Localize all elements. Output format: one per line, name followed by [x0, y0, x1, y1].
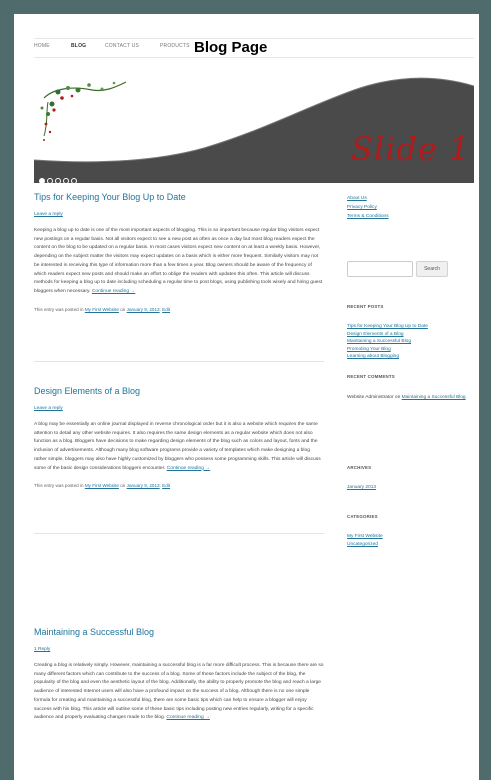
post-meta-prefix: This entry was posted in: [34, 306, 84, 312]
post-title[interactable]: Maintaining a Successful Blog: [34, 627, 324, 637]
post-title[interactable]: Tips for Keeping Your Blog Up to Date: [34, 192, 324, 202]
post-meta-on: on: [120, 483, 126, 489]
floral-decoration: [40, 81, 127, 141]
nav-blog[interactable]: BLOG: [71, 43, 86, 49]
category-link[interactable]: My First Website: [347, 533, 472, 541]
nav-products[interactable]: PRODUCTS: [160, 43, 190, 49]
post-meta-prefix: This entry was posted in: [34, 483, 84, 489]
post-reply-link[interactable]: Leave a reply: [34, 212, 324, 217]
post-category-link[interactable]: My First Website: [85, 307, 119, 312]
post-divider: [34, 361, 324, 362]
recent-posts-widget: RECENT POSTS Tips for Keeping Your Blog …: [347, 304, 472, 361]
slider-dot-3[interactable]: [55, 178, 61, 183]
post-2: Design Elements of a Blog Leave a reply …: [34, 386, 324, 488]
archives-widget: ARCHIVES January 2013: [347, 465, 472, 492]
slider-pagination: [39, 171, 79, 183]
categories-list: My First Website Uncategorized: [347, 533, 472, 548]
slider-dot-5[interactable]: [71, 178, 77, 183]
category-link[interactable]: Uncategorized: [347, 541, 472, 549]
archive-link[interactable]: January 2013: [347, 484, 472, 492]
recent-post-link[interactable]: Design Elements of a Blog: [347, 331, 472, 339]
post-divider: [34, 533, 324, 534]
pages-widget: About Us Privacy Policy Terms & Conditio…: [347, 194, 472, 221]
page-link-privacy-policy[interactable]: Privacy Policy: [347, 203, 472, 212]
post-3: Maintaining a Successful Blog 1 Reply Cr…: [34, 627, 324, 723]
page-link-terms[interactable]: Terms & Conditions: [347, 212, 472, 221]
comment-on: on: [394, 395, 401, 400]
comment-post-link[interactable]: Maintaining a Successful Blog: [402, 395, 466, 400]
categories-widget: CATEGORIES My First Website Uncategorize…: [347, 514, 472, 548]
slider-dot-2[interactable]: [47, 178, 53, 183]
post-1: Tips for Keeping Your Blog Up to Date Le…: [34, 192, 324, 312]
page-title: Blog Page: [194, 39, 268, 56]
recent-post-link[interactable]: Tips for Keeping Your Blog Up to Date: [347, 323, 472, 331]
post-body: A blog may be essentially an online jour…: [34, 421, 324, 473]
post-body: Keeping a blog up to date is one of the …: [34, 227, 324, 297]
post-date-link[interactable]: January 9, 2013: [127, 307, 160, 312]
continue-reading-link[interactable]: Continue reading →: [166, 715, 210, 720]
search-button[interactable]: Search: [416, 261, 448, 277]
slider-dot-1[interactable]: [39, 178, 45, 183]
page-link-about-us[interactable]: About Us: [347, 194, 472, 203]
post-category-link[interactable]: My First Website: [85, 483, 119, 488]
continue-reading-link[interactable]: Continue reading →: [92, 289, 136, 294]
post-edit-link[interactable]: Edit: [162, 483, 170, 488]
archives-list: January 2013: [347, 484, 472, 492]
post-body-text: A blog may be essentially an online jour…: [34, 422, 321, 471]
search-input[interactable]: [347, 261, 413, 277]
comment-author: Website Administrator: [347, 395, 394, 400]
post-date-link[interactable]: January 9, 2013: [127, 483, 160, 488]
post-reply-link[interactable]: 1 Reply: [34, 647, 324, 652]
widget-title: RECENT POSTS: [347, 304, 384, 309]
post-body-text: Creating a blog is relatively simply. Ho…: [34, 663, 324, 721]
post-reply-link[interactable]: Leave a reply: [34, 406, 324, 411]
recent-post-link[interactable]: Learning about Blogging: [347, 353, 472, 361]
recent-comments-widget: RECENT COMMENTS Website Administrator on…: [347, 374, 472, 402]
post-meta: This entry was posted in My First Websit…: [34, 483, 171, 489]
recent-posts-list: Tips for Keeping Your Blog Up to Date De…: [347, 323, 472, 361]
widget-title: ARCHIVES: [347, 465, 372, 470]
widget-title: RECENT COMMENTS: [347, 374, 395, 379]
sidebar: About Us Privacy Policy Terms & Conditio…: [347, 194, 472, 547]
post-body-text: Keeping a blog up to date is one of the …: [34, 228, 323, 294]
recent-post-link[interactable]: Promoting Your Blog: [347, 346, 472, 354]
post-body: Creating a blog is relatively simply. Ho…: [34, 662, 324, 723]
widget-title: CATEGORIES: [347, 514, 378, 519]
recent-post-link[interactable]: Maintaining a Successful Blog: [347, 338, 472, 346]
continue-reading-link[interactable]: Continue reading →: [167, 466, 211, 471]
nav-contact-us[interactable]: CONTACT US: [105, 43, 139, 49]
recent-comment: Website Administrator on Maintaining a S…: [347, 393, 472, 402]
page: HOME BLOG CONTACT US PRODUCTS Blog Page: [14, 14, 479, 780]
nav-home[interactable]: HOME: [34, 43, 50, 49]
post-edit-link[interactable]: Edit: [162, 307, 170, 312]
post-meta-on: on: [120, 306, 126, 312]
post-title[interactable]: Design Elements of a Blog: [34, 386, 324, 396]
slider-dot-4[interactable]: [63, 178, 69, 183]
slide-caption: Slide 1: [351, 130, 471, 168]
post-meta: This entry was posted in My First Websit…: [34, 306, 171, 312]
image-slider[interactable]: Slide 1: [34, 68, 474, 183]
